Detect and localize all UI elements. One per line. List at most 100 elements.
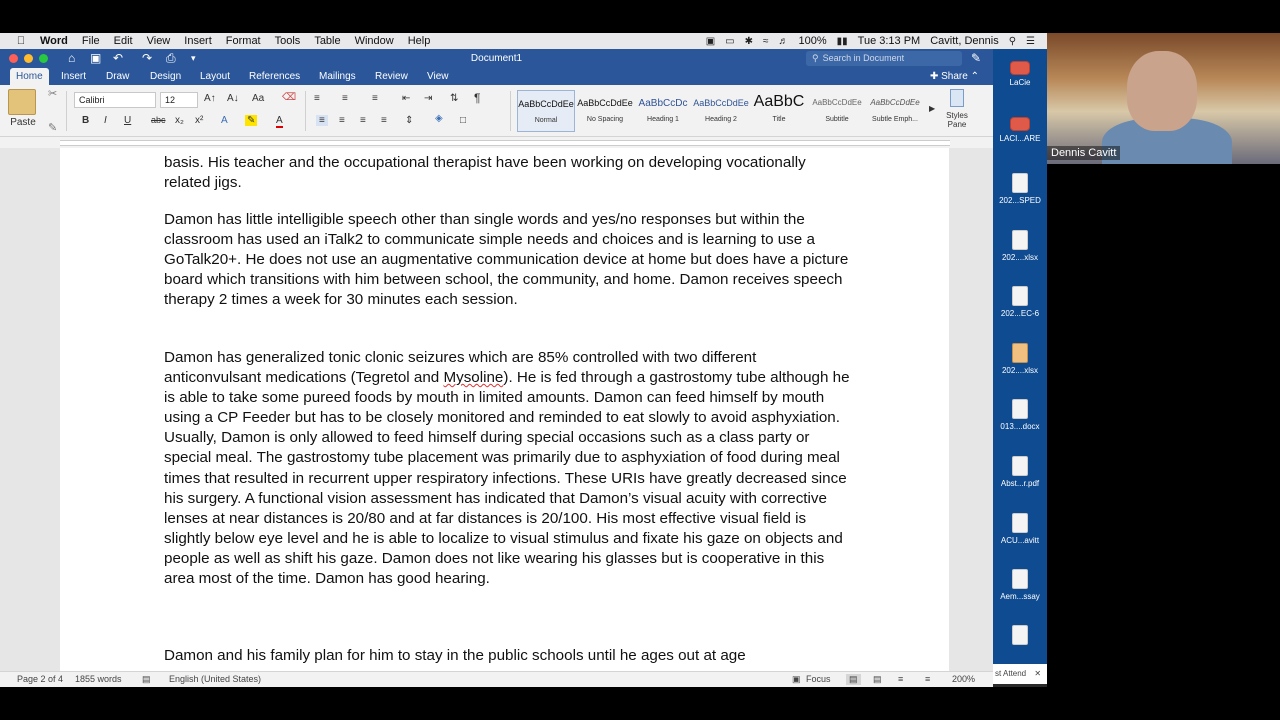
proofing-icon[interactable]: ▤ (142, 674, 151, 685)
desktop-item[interactable]: 202...EC-6 (996, 286, 1044, 318)
multilevel-list-icon[interactable]: ≡ (372, 93, 378, 104)
tab-view[interactable]: View (421, 68, 455, 85)
style-heading-1[interactable]: AaBbCcDc Heading 1 (634, 90, 692, 132)
tab-references[interactable]: References (243, 68, 306, 85)
document-canvas[interactable]: basis. His teacher and the occupational … (0, 148, 993, 671)
style-heading-2[interactable]: AaBbCcDdEe Heading 2 (692, 90, 750, 132)
bold-button[interactable]: B (82, 115, 89, 126)
align-right-button[interactable]: ≡ (360, 115, 366, 126)
wifi-icon[interactable]: ≈ (763, 36, 769, 47)
font-size-select[interactable]: 12 (160, 92, 198, 108)
zoom-level[interactable]: 200% (952, 674, 975, 684)
apple-menu-icon[interactable]:  (14, 35, 28, 47)
desktop-item[interactable]: 013....docx (996, 399, 1044, 431)
cut-icon[interactable]: ✂ (48, 87, 57, 100)
change-case-icon[interactable]: Aa (252, 93, 264, 104)
show-formatting-marks-icon[interactable]: ¶ (474, 91, 480, 105)
style-no-spacing[interactable]: AaBbCcDdEe No Spacing (576, 90, 634, 132)
volume-icon[interactable]: ♬ (778, 36, 788, 47)
language[interactable]: English (United States) (169, 674, 261, 684)
desktop-item[interactable]: Aem...ssay (996, 569, 1044, 601)
line-spacing-icon[interactable]: ⇕ (405, 115, 413, 126)
desktop-item[interactable]: 202....xlsx (996, 343, 1044, 375)
paste-icon[interactable] (8, 89, 36, 115)
paragraph-3[interactable]: Damon has generalized tonic clonic seizu… (164, 348, 854, 589)
paste-label[interactable]: Paste (8, 117, 38, 128)
underline-button[interactable]: U (124, 115, 131, 126)
word-count[interactable]: 1855 words (75, 674, 122, 684)
menu-edit[interactable]: Edit (114, 35, 133, 47)
style-normal[interactable]: AaBbCcDdEe Normal (517, 90, 575, 132)
menu-help[interactable]: Help (408, 35, 431, 47)
bullets-icon[interactable]: ≡ (314, 93, 320, 104)
strikethrough-button[interactable]: abc (151, 115, 166, 125)
tab-design[interactable]: Design (144, 68, 187, 85)
style-subtitle[interactable]: AaBbCcDdEe Subtitle (808, 90, 866, 132)
align-left-button[interactable]: ≡ (316, 115, 328, 126)
print-layout-icon[interactable]: ▤ (846, 674, 861, 685)
grow-font-icon[interactable]: A↑ (204, 93, 216, 104)
outline-icon[interactable]: ≡ (898, 674, 903, 684)
format-painter-icon[interactable]: ✎ (48, 121, 57, 134)
style-subtle-emphasis[interactable]: AaBbCcDdEe Subtle Emph... (866, 90, 924, 132)
align-center-button[interactable]: ≡ (339, 115, 345, 126)
numbering-icon[interactable]: ≡ (342, 93, 348, 104)
desktop-item[interactable] (996, 625, 1044, 645)
desktop-item[interactable]: 202....xlsx (996, 230, 1044, 262)
menu-file[interactable]: File (82, 35, 100, 47)
attendee-bar[interactable]: st Attend ✕ (993, 664, 1047, 684)
styles-pane-button[interactable]: Styles Pane (941, 111, 973, 129)
menu-view[interactable]: View (147, 35, 171, 47)
subscript-button[interactable]: x₂ (175, 115, 184, 126)
focus-icon[interactable]: ▣ (792, 674, 801, 685)
shrink-font-icon[interactable]: A↓ (227, 93, 239, 104)
paragraph-4[interactable]: Damon and his family plan for him to sta… (164, 646, 854, 666)
font-color-icon[interactable]: A (276, 115, 283, 128)
desktop-item[interactable]: LACI...ARE (996, 117, 1044, 143)
menu-app-name[interactable]: Word (40, 35, 68, 47)
spotlight-search-icon[interactable]: ⚲ (1009, 36, 1016, 47)
user-name[interactable]: Cavitt, Dennis (930, 35, 998, 47)
menu-tools[interactable]: Tools (275, 35, 301, 47)
bluetooth-icon[interactable]: ✱ (745, 36, 753, 47)
share-button[interactable]: ✚ Share ⌃ (930, 68, 979, 85)
airplay-icon[interactable]: ▭ (725, 36, 734, 47)
clock[interactable]: Tue 3:13 PM (858, 35, 921, 47)
web-layout-icon[interactable]: ▤ (873, 674, 882, 685)
italic-button[interactable]: I (104, 115, 107, 126)
misspelled-word[interactable]: Mysoline (443, 369, 503, 386)
account-icon[interactable]: ✎ (971, 51, 981, 65)
desktop-item[interactable]: Abst...r.pdf (996, 456, 1044, 488)
style-title[interactable]: AaBbC Title (750, 90, 808, 132)
desktop-item[interactable]: ACU...avitt (996, 513, 1044, 545)
battery-icon[interactable]: ▮▮ (837, 36, 848, 47)
paragraph-2[interactable]: Damon has little intelligible speech oth… (164, 210, 854, 310)
shading-icon[interactable]: ◈ (435, 113, 443, 124)
close-icon[interactable]: ✕ (1034, 669, 1041, 678)
superscript-button[interactable]: x² (195, 115, 203, 126)
borders-icon[interactable]: □ (460, 115, 466, 126)
control-center-icon[interactable]: ☰ (1026, 36, 1035, 47)
tab-review[interactable]: Review (369, 68, 414, 85)
tab-layout[interactable]: Layout (194, 68, 236, 85)
search-in-document-input[interactable]: ⚲ Search in Document (806, 51, 962, 66)
justify-button[interactable]: ≡ (381, 115, 387, 126)
text-effects-icon[interactable]: A (221, 115, 228, 126)
increase-indent-icon[interactable]: ⇥ (424, 93, 432, 104)
skype-icon[interactable]: ▣ (706, 36, 715, 47)
page-count[interactable]: Page 2 of 4 (17, 674, 63, 684)
focus-button[interactable]: Focus (806, 674, 831, 684)
paragraph-1[interactable]: basis. His teacher and the occupational … (164, 153, 854, 193)
highlight-color-icon[interactable]: ✎ (245, 115, 258, 126)
decrease-indent-icon[interactable]: ⇤ (402, 93, 410, 104)
tab-insert[interactable]: Insert (55, 68, 92, 85)
styles-gallery-next-icon[interactable]: ▶ (929, 104, 935, 113)
font-name-select[interactable]: Calibri (74, 92, 156, 108)
menu-format[interactable]: Format (226, 35, 261, 47)
tab-home[interactable]: Home (10, 68, 49, 85)
tab-draw[interactable]: Draw (100, 68, 135, 85)
sort-icon[interactable]: ⇅ (450, 93, 458, 104)
menu-insert[interactable]: Insert (184, 35, 212, 47)
tab-mailings[interactable]: Mailings (313, 68, 362, 85)
desktop-item[interactable]: LaCie (996, 61, 1044, 87)
